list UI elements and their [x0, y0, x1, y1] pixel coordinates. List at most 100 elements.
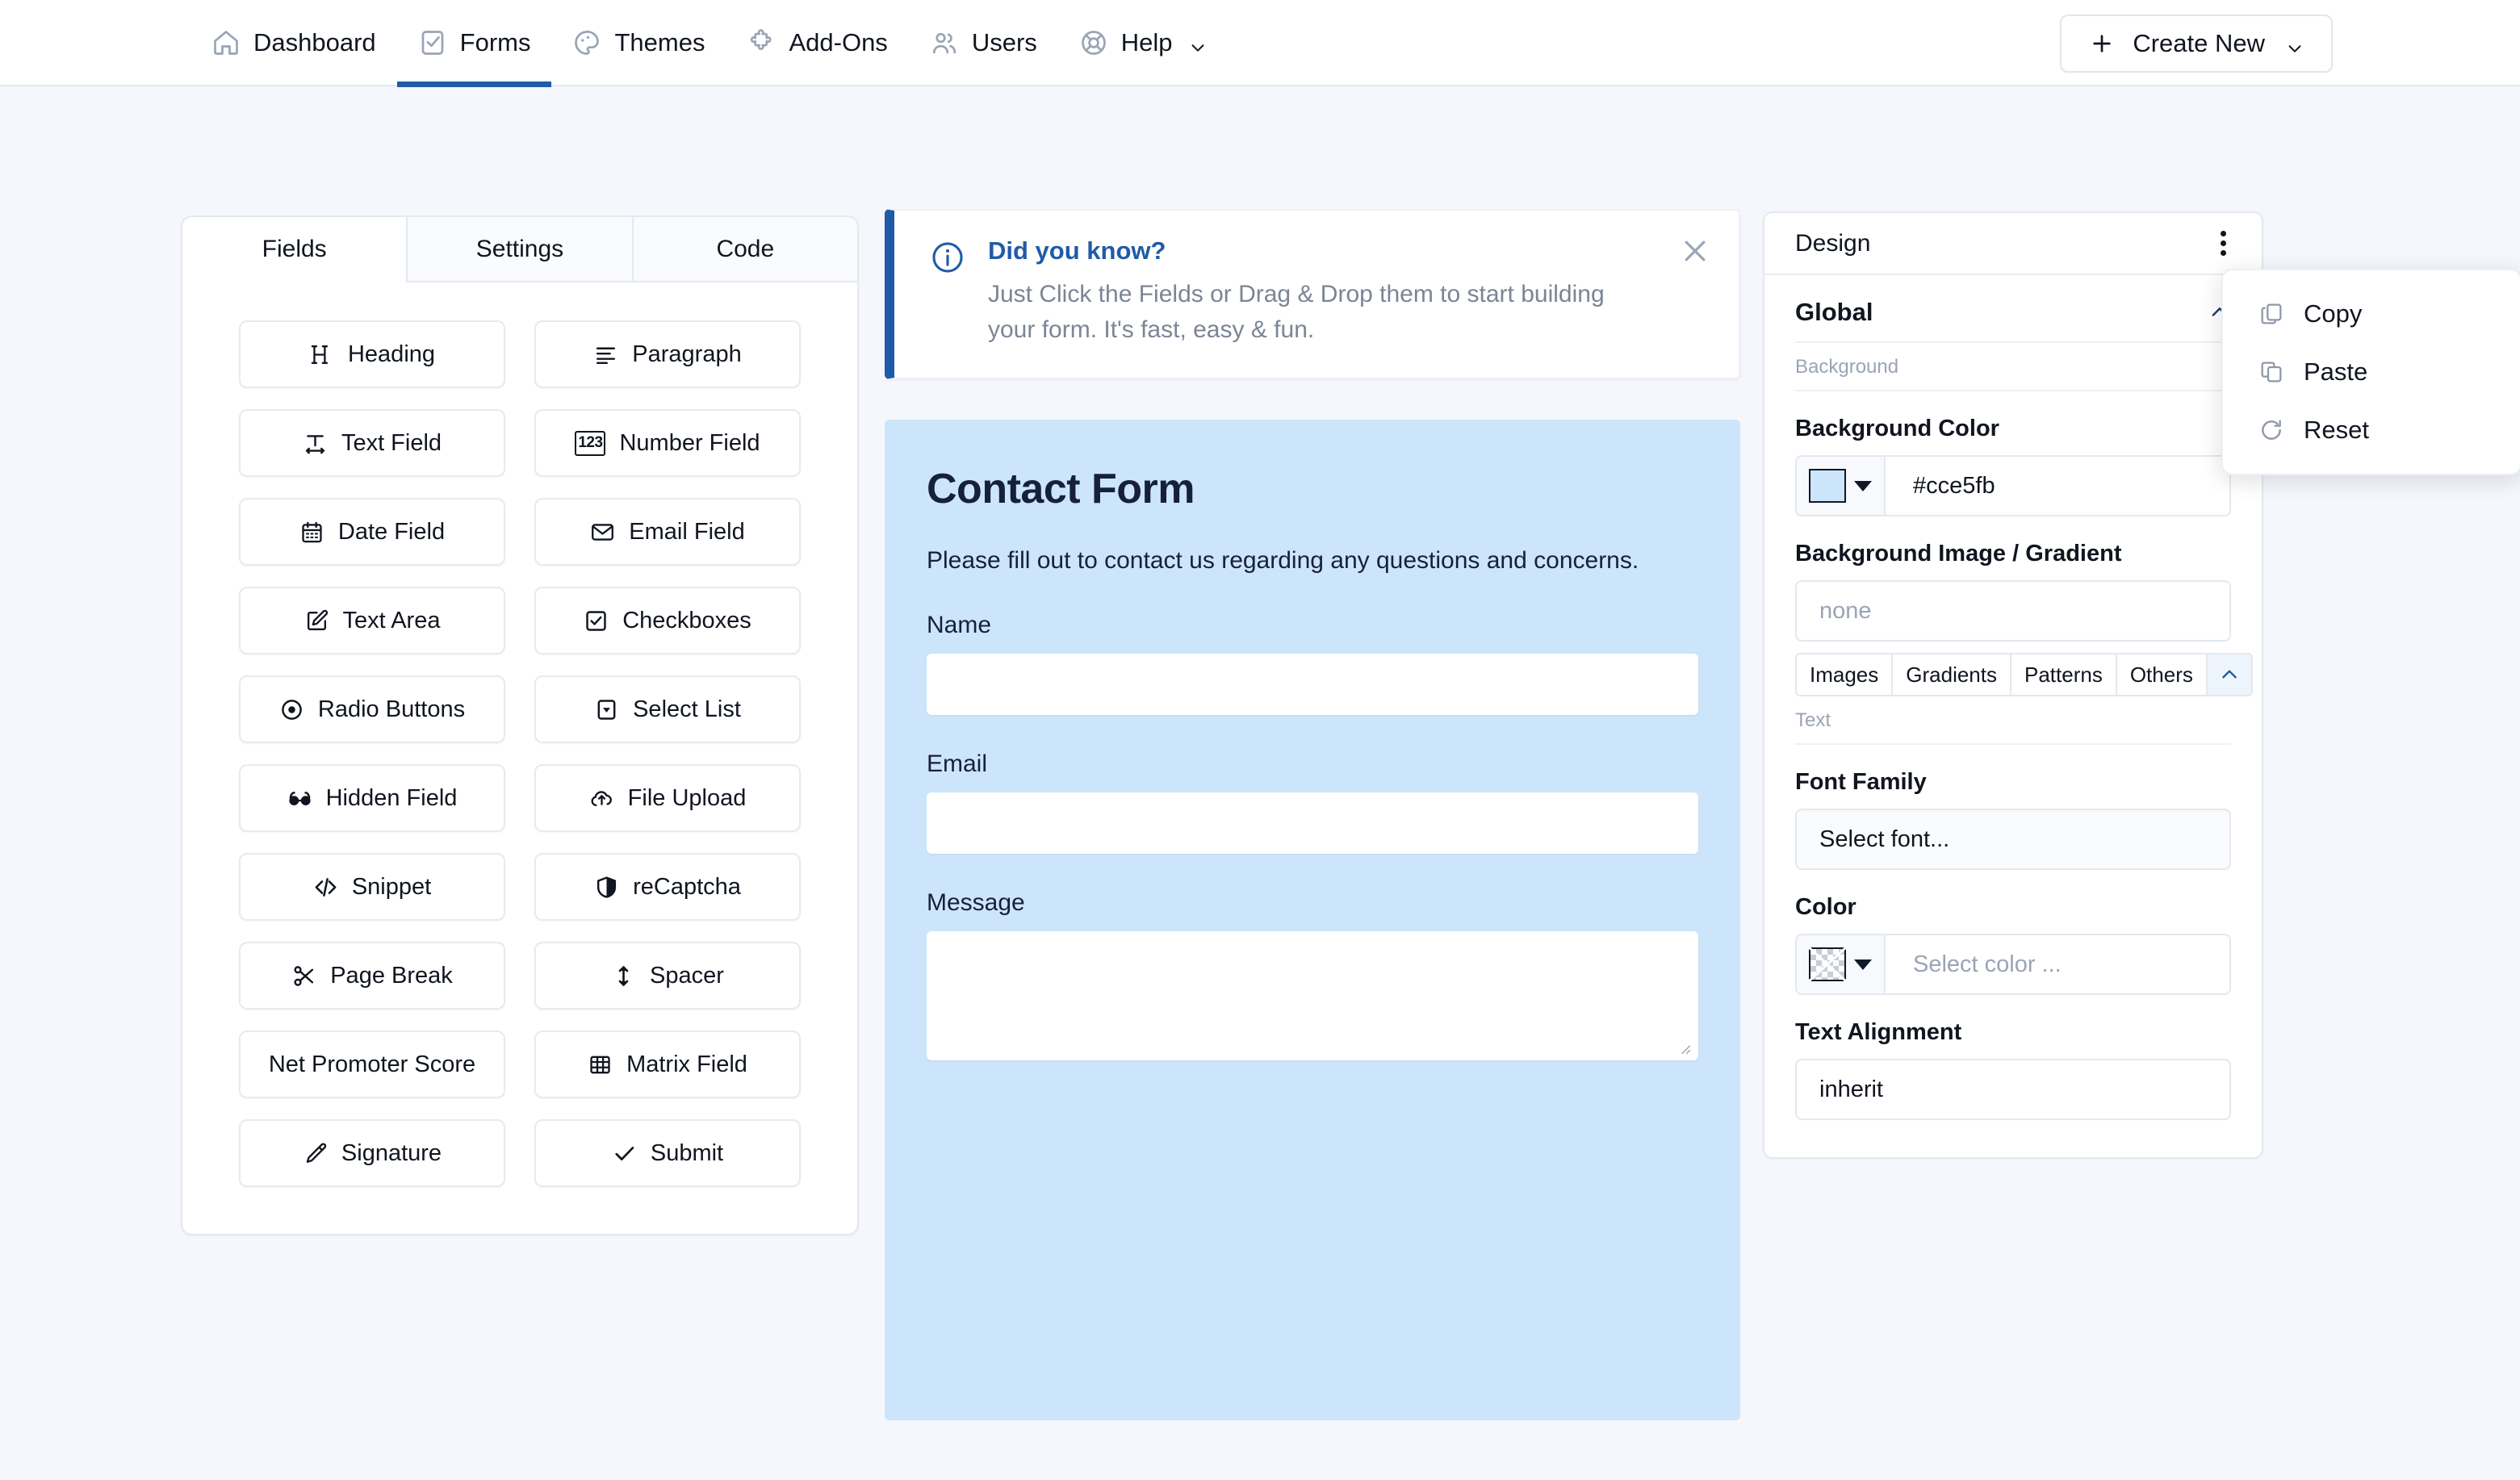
field-label: Hidden Field	[326, 785, 458, 812]
triangle-down-icon	[1854, 481, 1872, 491]
color-swatch	[1809, 469, 1846, 503]
form-preview-canvas[interactable]: Contact Form Please fill out to contact …	[885, 420, 1740, 1420]
pencil-square-icon	[304, 608, 329, 633]
background-image-input[interactable]: none	[1795, 580, 2231, 642]
name-input[interactable]	[927, 654, 1698, 715]
tab-settings[interactable]: Settings	[406, 217, 631, 282]
global-section-header[interactable]: Global	[1795, 298, 2231, 343]
segment-images[interactable]: Images	[1795, 653, 1893, 696]
global-section-label: Global	[1795, 298, 1873, 327]
message-textarea[interactable]	[927, 931, 1698, 1060]
nav-item-help[interactable]: Help	[1058, 0, 1228, 86]
nav-item-forms[interactable]: Forms	[397, 0, 552, 86]
field-label: Net Promoter Score	[269, 1051, 475, 1078]
design-context-menu: Copy Paste Reset	[2221, 269, 2520, 475]
tab-code[interactable]: Code	[632, 217, 857, 282]
background-color-swatch-button[interactable]	[1797, 457, 1886, 515]
resize-grip-icon[interactable]	[1675, 1039, 1693, 1056]
home-icon	[211, 28, 241, 57]
calendar-icon	[299, 520, 324, 545]
field-label: Number Field	[619, 430, 760, 457]
background-color-input-group[interactable]: #cce5fb	[1795, 455, 2231, 516]
background-source-segments: Images Gradients Patterns Others	[1795, 653, 2253, 696]
background-color-value[interactable]: #cce5fb	[1886, 457, 2229, 515]
field-button-signature[interactable]: Signature	[239, 1119, 505, 1187]
context-menu-item-paste[interactable]: Paste	[2223, 343, 2520, 401]
text-color-input-group[interactable]: Select color ...	[1795, 934, 2231, 995]
form-builder-column: Did you know? Just Click the Fields or D…	[885, 209, 1740, 1420]
segment-collapse-chevron-up-icon[interactable]	[2208, 653, 2253, 696]
field-button-net-promoter-score[interactable]: Net Promoter Score	[239, 1031, 505, 1098]
reset-icon	[2258, 417, 2284, 443]
lifebuoy-icon	[1079, 28, 1108, 57]
field-button-checkboxes[interactable]: Checkboxes	[534, 587, 801, 654]
field-button-heading[interactable]: Heading	[239, 320, 505, 388]
scissors-icon	[291, 964, 316, 989]
field-button-select-list[interactable]: Select List	[534, 675, 801, 743]
field-button-text-field[interactable]: Text Field	[239, 409, 505, 477]
field-button-matrix-field[interactable]: Matrix Field	[534, 1031, 801, 1098]
nav-item-themes[interactable]: Themes	[551, 0, 726, 86]
context-menu-item-copy[interactable]: Copy	[2223, 285, 2520, 343]
nav-item-dashboard[interactable]: Dashboard	[190, 0, 397, 86]
context-menu-label: Paste	[2304, 357, 2367, 387]
text-alignment-select[interactable]: inherit	[1795, 1059, 2231, 1120]
field-label: Matrix Field	[626, 1051, 747, 1078]
create-new-button[interactable]: Create New	[2060, 15, 2333, 73]
segment-patterns[interactable]: Patterns	[2011, 653, 2117, 696]
text-color-value[interactable]: Select color ...	[1886, 935, 2229, 993]
form-field-label-message: Message	[927, 889, 1698, 917]
text-color-label: Color	[1795, 894, 2231, 921]
nav-label-dashboard: Dashboard	[253, 28, 376, 57]
segment-others[interactable]: Others	[2117, 653, 2208, 696]
field-button-snippet[interactable]: Snippet	[239, 853, 505, 921]
font-family-select[interactable]: Select font...	[1795, 809, 2231, 870]
design-panel: Design Global Background Background Colo…	[1763, 211, 2263, 1159]
close-icon[interactable]	[1679, 235, 1711, 267]
users-icon	[930, 28, 959, 57]
segment-gradients[interactable]: Gradients	[1893, 653, 2011, 696]
text-field-icon	[303, 431, 328, 456]
nav-item-users[interactable]: Users	[909, 0, 1058, 86]
field-button-date-field[interactable]: Date Field	[239, 498, 505, 566]
select-list-icon	[594, 697, 619, 722]
field-button-file-upload[interactable]: File Upload	[534, 764, 801, 832]
field-button-submit[interactable]: Submit	[534, 1119, 801, 1187]
nav-label-addons: Add-Ons	[789, 28, 887, 57]
nav-item-addons[interactable]: Add-Ons	[726, 0, 908, 86]
field-button-spacer[interactable]: Spacer	[534, 942, 801, 1010]
text-subsection-label: Text	[1795, 696, 2231, 745]
field-label: Snippet	[352, 874, 431, 901]
field-button-radio-buttons[interactable]: Radio Buttons	[239, 675, 505, 743]
field-label: File Upload	[628, 785, 747, 812]
text-color-swatch-button[interactable]	[1797, 935, 1886, 993]
field-button-paragraph[interactable]: Paragraph	[534, 320, 801, 388]
code-brackets-icon	[313, 875, 338, 900]
field-label: Page Break	[330, 963, 453, 989]
nav-label-themes: Themes	[614, 28, 705, 57]
field-button-email-field[interactable]: Email Field	[534, 498, 801, 566]
field-button-page-break[interactable]: Page Break	[239, 942, 505, 1010]
field-button-recaptcha[interactable]: reCaptcha	[534, 853, 801, 921]
copy-icon	[2258, 301, 2284, 327]
context-menu-item-reset[interactable]: Reset	[2223, 401, 2520, 459]
field-label: Text Field	[341, 430, 442, 457]
info-circle-icon	[930, 240, 965, 275]
field-button-text-area[interactable]: Text Area	[239, 587, 505, 654]
form-subtitle[interactable]: Please fill out to contact us regarding …	[927, 547, 1698, 575]
field-label: reCaptcha	[633, 874, 741, 901]
field-label: Date Field	[338, 519, 445, 546]
field-button-hidden-field[interactable]: Hidden Field	[239, 764, 505, 832]
tab-fields[interactable]: Fields	[182, 217, 406, 282]
top-navigation-bar: Dashboard Forms Themes	[0, 0, 2520, 86]
nav-label-users: Users	[972, 28, 1037, 57]
kebab-menu-icon[interactable]	[2208, 229, 2237, 258]
palette-icon	[572, 28, 601, 57]
chevron-down-icon	[1189, 34, 1207, 52]
email-input[interactable]	[927, 792, 1698, 854]
checkbox-icon	[584, 608, 609, 633]
field-button-number-field[interactable]: 123 Number Field	[534, 409, 801, 477]
form-title[interactable]: Contact Form	[927, 465, 1698, 513]
design-panel-body: Global Background Background Color #cce5…	[1764, 275, 2262, 1157]
field-label: Radio Buttons	[318, 696, 465, 723]
